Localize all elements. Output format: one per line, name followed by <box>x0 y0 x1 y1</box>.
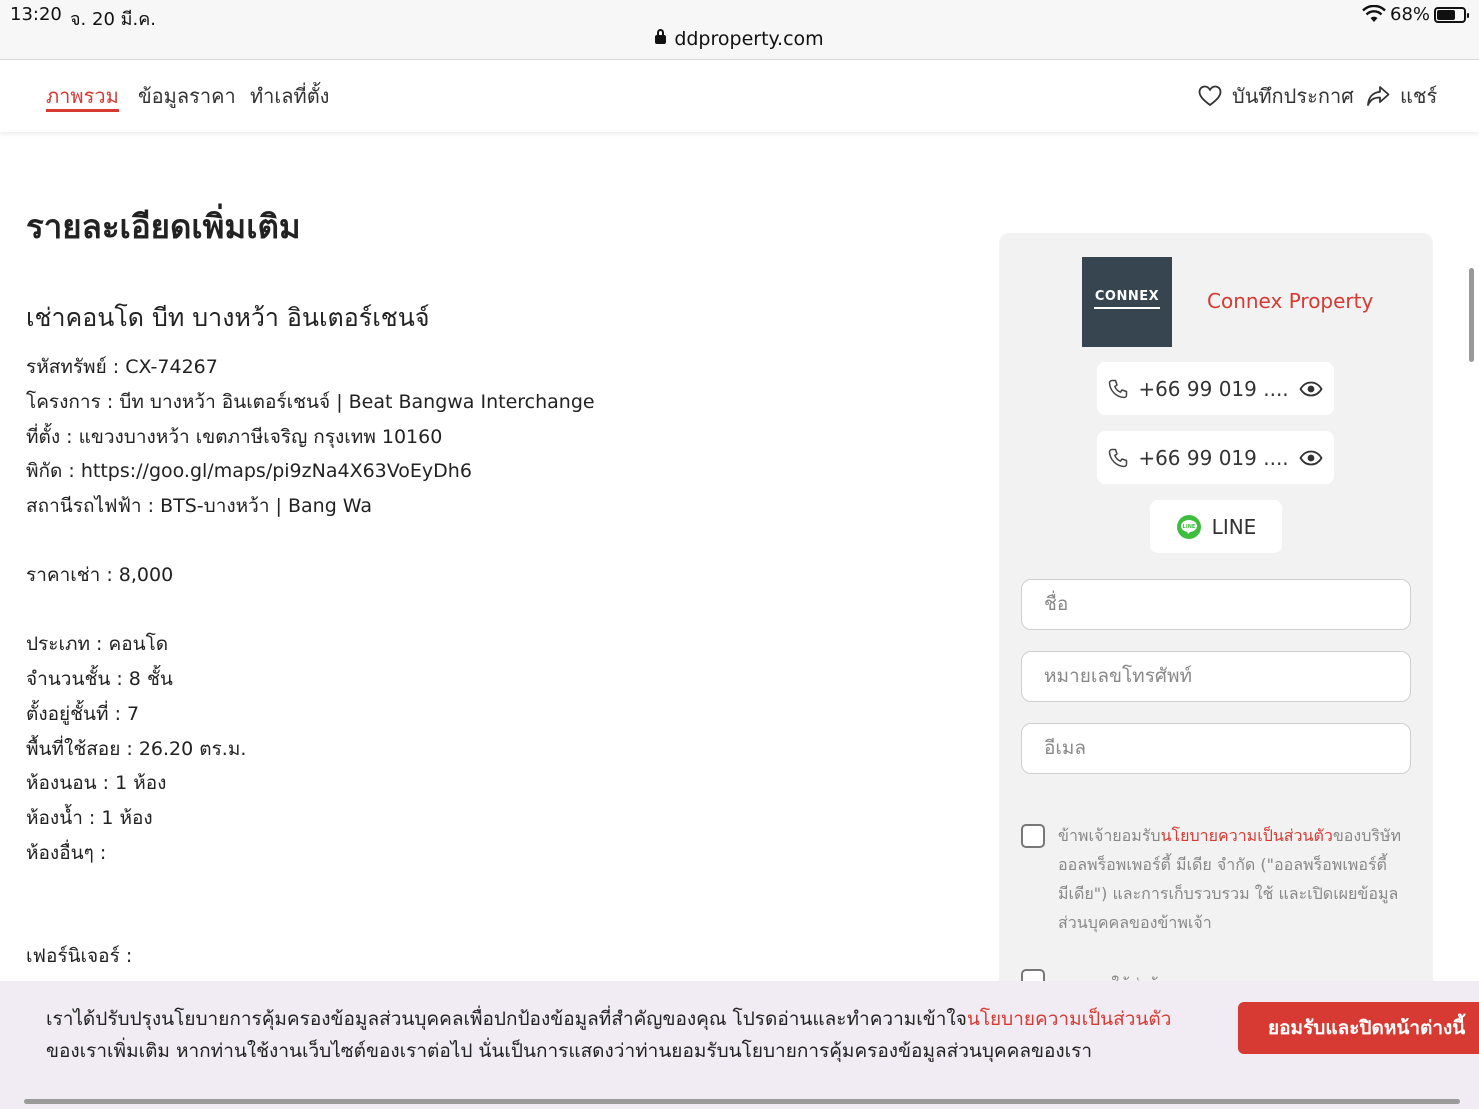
detail-line-other-rooms: ห้องอื่นๆ : <box>26 842 107 864</box>
detail-line-coordinates[interactable]: พิกัด : https://goo.gl/maps/pi9zNa4X63Vo… <box>26 456 472 486</box>
phone-button-1[interactable]: +66 99 019 .... <box>1097 362 1334 415</box>
save-listing-label: บันทึกประกาศ <box>1232 84 1354 108</box>
detail-line-code: รหัสทรัพย์ : CX-74267 <box>26 356 218 378</box>
battery-level <box>1437 10 1455 20</box>
save-listing-button[interactable]: บันทึกประกาศ <box>1198 80 1354 112</box>
consent-prefix: ข้าพเจ้ายอมรับ <box>1058 826 1161 845</box>
lock-icon <box>655 29 667 44</box>
detail-line-type: ประเภท : คอนโด <box>26 633 169 655</box>
privacy-consent-checkbox[interactable] <box>1021 824 1045 848</box>
agent-logo-text: CONNEX <box>1094 289 1160 304</box>
privacy-banner-message: เราได้ปรับปรุงนโยบายการคุ้มครองข้อมูลส่ว… <box>46 1003 1196 1067</box>
tab-location[interactable]: ทำเลที่ตั้ง <box>250 80 329 112</box>
banner-text-after: ของเราเพิ่มเติม หากท่านใช้งานเว็บไซต์ของ… <box>46 1040 1093 1062</box>
status-time: 13:20 <box>10 4 62 25</box>
banner-privacy-link[interactable]: นโยบายความเป็นส่วนตัว <box>967 1008 1172 1030</box>
detail-line-furniture: เฟอร์นิเจอร์ : <box>26 945 133 967</box>
line-button[interactable]: LINE LINE <box>1150 500 1282 553</box>
listing-nav: ภาพรวม ข้อมูลราคา ทำเลที่ตั้ง บันทึกประก… <box>0 60 1479 132</box>
line-label: LINE <box>1211 514 1257 539</box>
phone-button-2[interactable]: +66 99 019 .... <box>1097 431 1334 484</box>
logo-divider <box>1094 307 1160 309</box>
phone-icon <box>1109 448 1128 467</box>
listing-title: เช่าคอนโด บีท บางหว้า อินเตอร์เชนจ์ <box>26 303 430 332</box>
detail-line-floors: จำนวนชั้น : 8 ชั้น <box>26 668 173 690</box>
agent-logo[interactable]: CONNEX <box>1082 257 1172 347</box>
detail-line-area: พื้นที่ใช้สอย : 26.20 ตร.ม. <box>26 738 247 760</box>
accept-and-close-button[interactable]: ยอมรับและปิดหน้าต่างนี้ <box>1238 1002 1479 1054</box>
share-label: แชร์ <box>1400 84 1438 108</box>
wifi-icon <box>1362 5 1386 22</box>
detail-line-address: ที่ตั้ง : แขวงบางหว้า เขตภาษีเจริญ กรุงเ… <box>26 426 443 448</box>
privacy-banner: เราได้ปรับปรุงนโยบายการคุ้มครองข้อมูลส่ว… <box>0 981 1479 1109</box>
url-text: ddproperty.com <box>674 28 824 50</box>
vertical-scrollbar[interactable] <box>1469 268 1474 362</box>
eye-icon[interactable] <box>1299 381 1323 397</box>
agent-contact-card: CONNEX Connex Property +66 99 019 .... +… <box>999 233 1433 993</box>
detail-line-station: สถานีรถไฟฟ้า : BTS-บางหว้า | Bang Wa <box>26 495 373 517</box>
banner-text-before: เราได้ปรับปรุงนโยบายการคุ้มครองข้อมูลส่ว… <box>46 1008 967 1030</box>
horizontal-scroll-indicator <box>24 1099 1460 1104</box>
detail-line-floor-number: ตั้งอยู่ชั้นที่ : 7 <box>26 703 140 725</box>
phone-icon <box>1109 379 1128 398</box>
tab-overview[interactable]: ภาพรวม <box>46 80 119 112</box>
tab-price-info[interactable]: ข้อมูลราคา <box>138 80 236 112</box>
details-heading: รายละเอียดเพิ่มเติม <box>26 207 301 246</box>
eye-icon[interactable] <box>1299 450 1323 466</box>
line-icon: LINE <box>1176 514 1201 539</box>
agent-name-link[interactable]: Connex Property <box>1207 289 1373 313</box>
share-icon <box>1367 86 1390 106</box>
phone-number-2: +66 99 019 .... <box>1138 445 1289 470</box>
detail-line-bathrooms: ห้องน้ำ : 1 ห้อง <box>26 807 153 829</box>
privacy-policy-link[interactable]: นโยบายความเป็นส่วนตัว <box>1161 826 1333 845</box>
address-bar[interactable]: ddproperty.com <box>0 28 1479 50</box>
detail-line-bedrooms: ห้องนอน : 1 ห้อง <box>26 772 167 794</box>
heart-icon <box>1198 85 1222 107</box>
phone-input[interactable]: หมายเลขโทรศัพท์ <box>1021 651 1411 702</box>
email-input[interactable]: อีเมล <box>1021 723 1411 774</box>
battery-icon <box>1434 7 1469 23</box>
detail-line-project: โครงการ : บีท บางหว้า อินเตอร์เชนจ์ | Be… <box>26 391 595 413</box>
share-button[interactable]: แชร์ <box>1366 80 1437 112</box>
detail-line-rent-price: ราคาเช่า : 8,000 <box>26 564 174 586</box>
status-bar: 13:20 จ. 20 มี.ค. 68% ddproperty.com <box>0 0 1479 60</box>
phone-number-1: +66 99 019 .... <box>1138 376 1289 401</box>
name-input[interactable]: ชื่อ <box>1021 579 1411 630</box>
svg-text:LINE: LINE <box>1182 524 1195 530</box>
privacy-consent-text: ข้าพเจ้ายอมรับนโยบายความเป็นส่วนตัวของบร… <box>1058 821 1418 937</box>
battery-percentage: 68% <box>1390 4 1431 25</box>
